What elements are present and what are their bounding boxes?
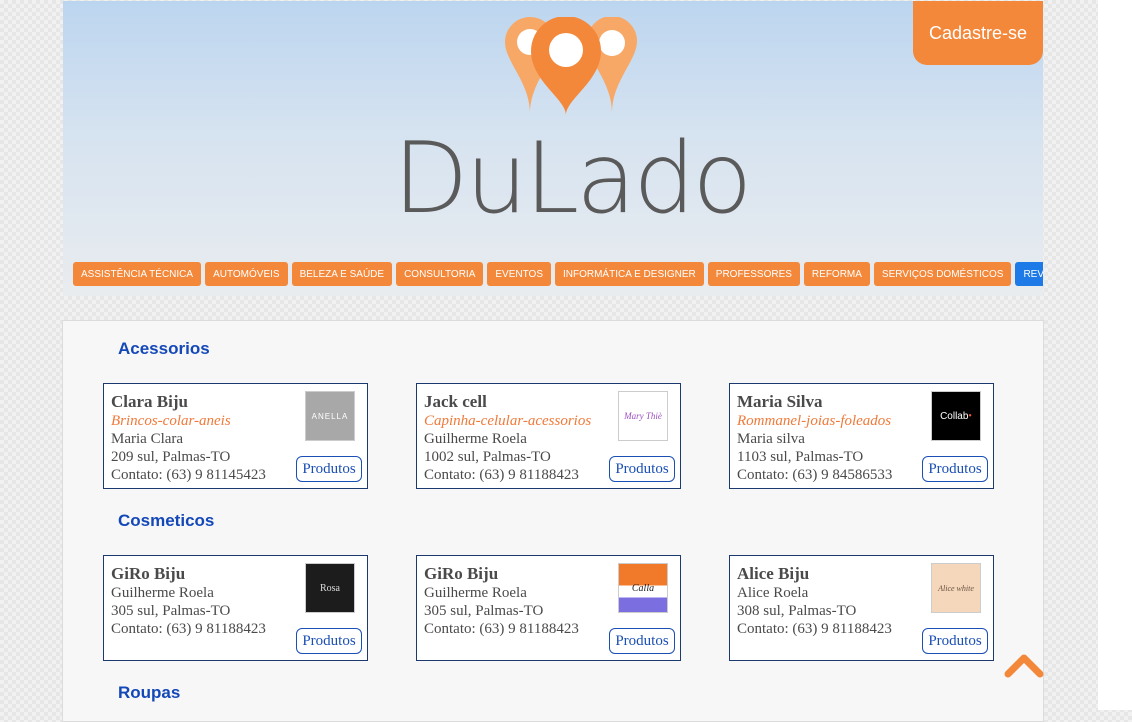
business-card: GiRo Biju Guilherme Roela 305 sul, Palma… — [416, 555, 681, 661]
products-button[interactable]: Produtos — [922, 628, 988, 654]
business-card: Maria Silva Rommanel-joias-foleados Mari… — [729, 383, 994, 489]
nav-eventos[interactable]: EVENTOS — [487, 262, 551, 286]
chevron-up-icon[interactable] — [1004, 652, 1044, 678]
business-logo: Rosa — [305, 563, 355, 613]
register-button[interactable]: Cadastre-se — [913, 1, 1043, 65]
business-logo: Mary Thiè — [618, 391, 668, 441]
category-nav: ASSISTÊNCIA TÉCNICA AUTOMÓVEIS BELEZA E … — [73, 262, 1043, 286]
products-button[interactable]: Produtos — [296, 456, 362, 482]
section-title: Cosmeticos — [118, 511, 215, 530]
business-card: GiRo Biju Guilherme Roela 305 sul, Palma… — [103, 555, 368, 661]
nav-reforma[interactable]: REFORMA — [803, 262, 870, 286]
site-header: Cadastre-se DuLado ASSISTÊNCIA TÉCNICA A… — [63, 1, 1043, 296]
nav-servicos-domesticos[interactable]: SERVIÇOS DOMÉSTICOS — [873, 262, 1012, 286]
business-logo: ANELLA — [305, 391, 355, 441]
business-logo: Collab • — [931, 391, 981, 441]
nav-beleza-e-saude[interactable]: BELEZA E SAÚDE — [291, 262, 393, 286]
listing-panel: Acessorios Clara Biju Brincos-colar-anei… — [62, 320, 1044, 722]
nav-automoveis[interactable]: AUTOMÓVEIS — [205, 262, 288, 286]
site-logo[interactable]: DuLado — [393, 129, 752, 229]
nav-assistencia-tecnica[interactable]: ASSISTÊNCIA TÉCNICA — [73, 262, 202, 286]
business-logo: Alice white — [931, 563, 981, 613]
nav-consultoria[interactable]: CONSULTORIA — [396, 262, 484, 286]
map-pin-icon — [505, 17, 637, 115]
business-card: Jack cell Capinha-celular-acessorios Gui… — [416, 383, 681, 489]
business-card: Clara Biju Brincos-colar-aneis Maria Cla… — [103, 383, 368, 489]
business-logo: Calla — [618, 563, 668, 613]
products-button[interactable]: Produtos — [609, 628, 675, 654]
section-title: Acessorios — [118, 339, 210, 358]
section-title: Roupas — [118, 683, 181, 702]
products-button[interactable]: Produtos — [922, 456, 988, 482]
nav-professores[interactable]: PROFESSORES — [707, 262, 800, 286]
page-edge — [1098, 0, 1132, 710]
products-button[interactable]: Produtos — [609, 456, 675, 482]
nav-informatica-e-designer[interactable]: INFORMÁTICA E DESIGNER — [554, 262, 704, 286]
products-button[interactable]: Produtos — [296, 628, 362, 654]
nav-revendedores[interactable]: REVENDEDORES — [1015, 262, 1043, 286]
business-card: Alice Biju Alice Roela 308 sul, Palmas-T… — [729, 555, 994, 661]
